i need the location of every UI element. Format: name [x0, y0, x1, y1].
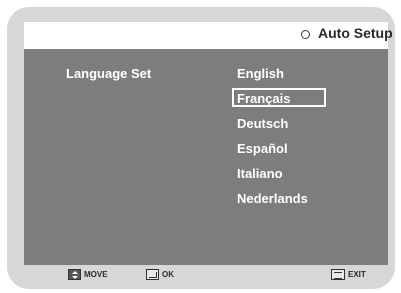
- exit-label: EXIT: [348, 270, 366, 279]
- language-option-nederlands[interactable]: Nederlands: [231, 191, 308, 216]
- footer-hints: MOVE OK EXIT: [24, 265, 388, 289]
- exit-hint[interactable]: EXIT: [331, 269, 366, 280]
- language-option-italiano[interactable]: Italiano: [231, 166, 308, 191]
- language-list: English Français Deutsch Español Italian…: [231, 66, 326, 216]
- language-option-espanol[interactable]: Español: [231, 141, 308, 166]
- language-option-deutsch[interactable]: Deutsch: [231, 116, 308, 141]
- ok-hint[interactable]: OK: [146, 269, 174, 280]
- language-set-label: Language Set: [66, 66, 152, 81]
- circle-icon: [301, 30, 310, 39]
- page-title: Auto Setup: [318, 25, 393, 41]
- move-label: MOVE: [84, 270, 108, 279]
- up-down-icon: [68, 269, 81, 280]
- ok-label: OK: [162, 270, 174, 279]
- language-option-francais[interactable]: Français: [231, 88, 326, 116]
- move-hint[interactable]: MOVE: [68, 269, 108, 280]
- enter-icon: [146, 269, 159, 280]
- menu-icon: [331, 269, 345, 280]
- title-bar: Auto Setup: [24, 22, 393, 49]
- osd-frame: Auto Setup Language Set English Français…: [7, 7, 395, 289]
- menu-panel: Language Set English Français Deutsch Es…: [24, 49, 388, 265]
